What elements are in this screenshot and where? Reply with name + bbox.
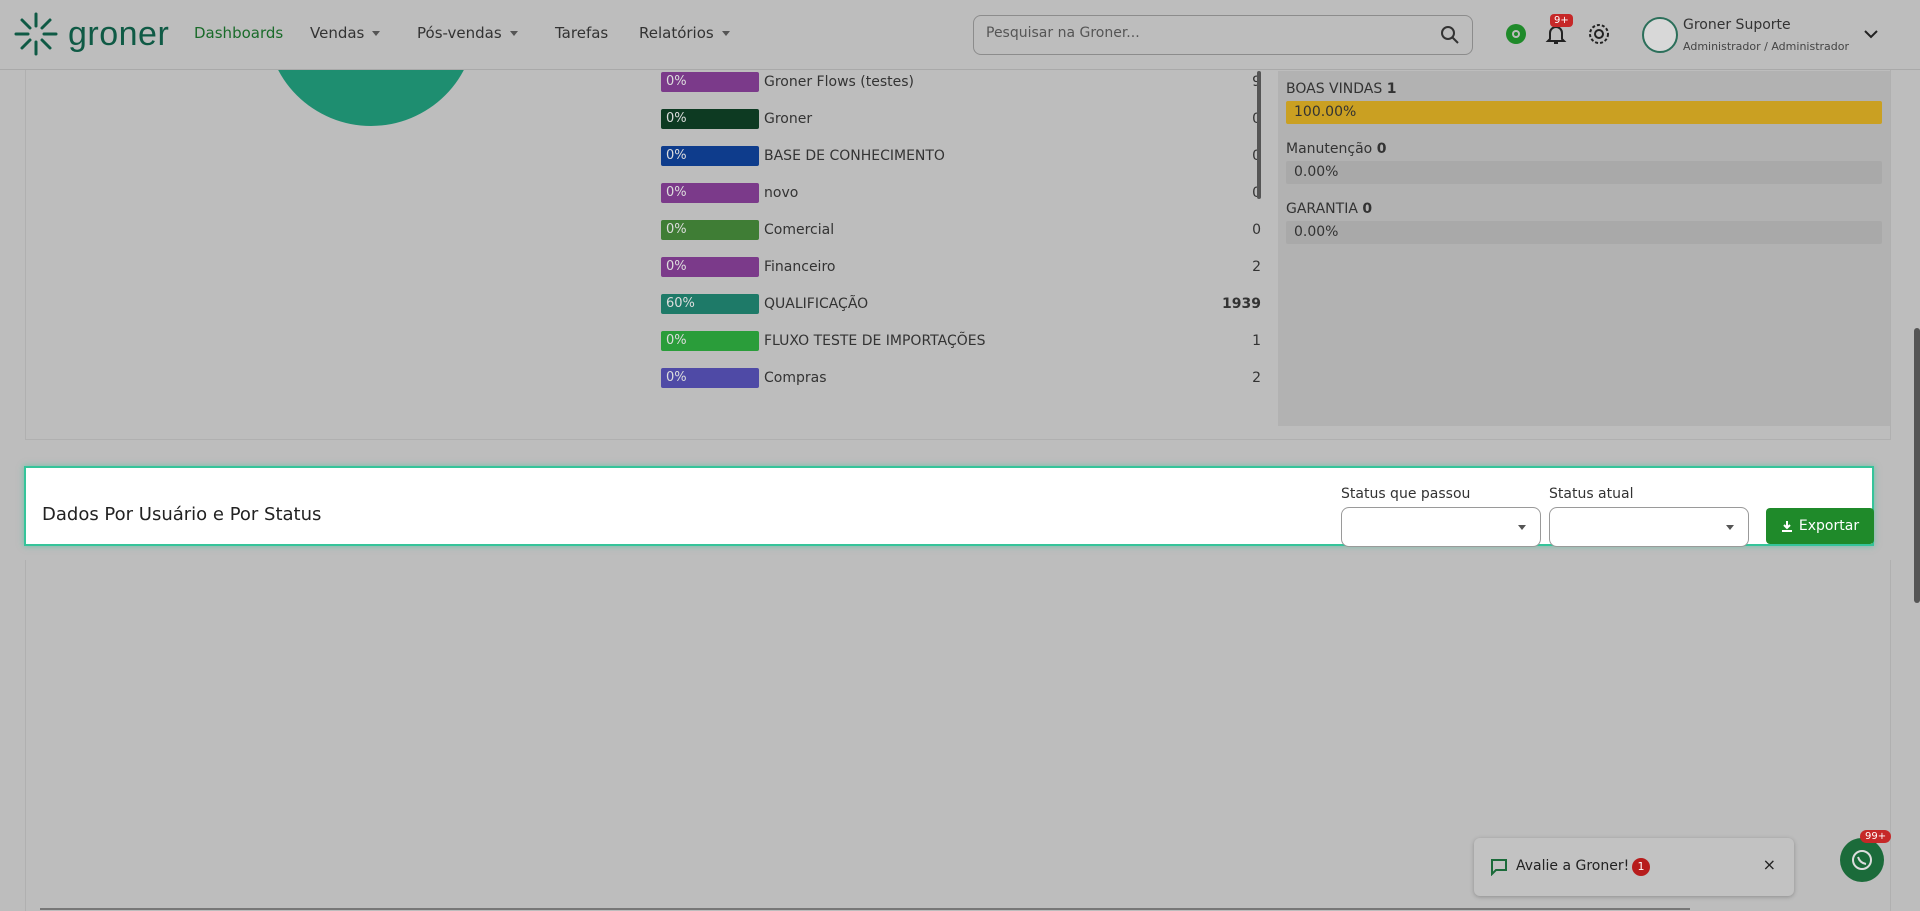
rp-bar-boas-vindas: 100.00%	[1286, 101, 1882, 124]
chevron-down-icon	[509, 30, 518, 36]
status-percent-bar: 0%	[661, 183, 759, 203]
status-row: 0%Groner0	[661, 108, 1261, 130]
nav-relatorios[interactable]: Relatórios	[639, 24, 730, 42]
status-name: Groner	[764, 111, 813, 127]
chat-icon	[1491, 859, 1507, 876]
status-count: 2	[1252, 259, 1261, 275]
status-row: 0% FLUXO TESTE DE IMPORTAÇÕES 1	[661, 330, 1261, 352]
user-role: Administrador / Administrador	[1683, 40, 1850, 53]
status-atual-select[interactable]	[1549, 507, 1749, 547]
whatsapp-button[interactable]	[1840, 838, 1884, 882]
status-name: QUALIFICAÇÃO	[764, 296, 869, 312]
status-percent-bar: 0%	[661, 220, 759, 240]
groner-logo[interactable]: groner	[12, 10, 169, 58]
section-title: Dados Por Usuário e Por Status	[42, 504, 322, 525]
user-name: Groner Suporte	[1683, 17, 1791, 33]
nav-tarefas[interactable]: Tarefas	[555, 24, 608, 42]
status-count: 2	[1252, 370, 1261, 386]
status-percent-bar: 0%	[661, 331, 759, 351]
status-percent-bar: 60%	[661, 294, 759, 314]
status-count: 0	[1252, 222, 1261, 238]
rp-bar-garantia: 0.00%	[1286, 221, 1882, 244]
rp-label-garantia: GARANTIA 0	[1286, 201, 1373, 217]
chevron-down-icon	[372, 30, 381, 36]
status-row: 0%Groner Flows (testes)9	[661, 71, 1261, 93]
gear-icon[interactable]	[1587, 22, 1611, 46]
rp-bar-manutencao: 0.00%	[1286, 161, 1882, 184]
groner-logo-text: groner	[68, 14, 170, 53]
status-name: Financeiro	[764, 259, 836, 275]
status-passou-label: Status que passou	[1341, 486, 1471, 502]
status-percent-bar: 0%	[661, 109, 759, 129]
nav-vendas-label: Vendas	[310, 24, 365, 42]
status-name: BASE DE CONHECIMENTO	[764, 148, 945, 164]
toast-badge: 1	[1632, 858, 1650, 876]
export-button[interactable]: Exportar	[1766, 508, 1874, 544]
rating-toast[interactable]: Avalie a Groner! 1 ×	[1474, 838, 1794, 896]
status-percent-bar: 0%	[661, 72, 759, 92]
status-name: FLUXO TESTE DE IMPORTAÇÕES	[764, 333, 986, 349]
status-row: 0%BASE DE CONHECIMENTO0	[661, 145, 1261, 167]
status-row: 60% QUALIFICAÇÃO 1939	[661, 293, 1261, 315]
chevron-down-icon	[1518, 525, 1526, 530]
whatsapp-icon	[1852, 850, 1872, 870]
status-count: 1939	[1222, 296, 1261, 312]
rp-label-manutencao: Manutenção 0	[1286, 141, 1387, 157]
nav-vendas[interactable]: Vendas	[310, 24, 381, 42]
whatsapp-badge: 99+	[1860, 830, 1892, 843]
chevron-down-icon	[721, 30, 730, 36]
status-list-scrollbar[interactable]	[1257, 71, 1261, 199]
status-row: 0% Financeiro 2	[661, 256, 1261, 278]
close-icon[interactable]: ×	[1763, 855, 1776, 874]
status-name: novo	[764, 185, 799, 201]
status-atual-label: Status atual	[1549, 486, 1634, 502]
nav-pos-vendas[interactable]: Pós-vendas	[417, 24, 518, 42]
status-name: Groner Flows (testes)	[764, 74, 914, 90]
notifications-button[interactable]: 9+	[1544, 14, 1573, 50]
toast-text: Avalie a Groner!	[1516, 858, 1630, 874]
avatar[interactable]	[1642, 17, 1678, 53]
nav-tarefas-label: Tarefas	[555, 24, 609, 42]
dados-usuario-status-card: Dados Por Usuário e Por Status Status qu…	[24, 466, 1874, 547]
horizontal-scrollbar[interactable]	[40, 908, 1690, 910]
nav-dashboards[interactable]: Dashboards	[194, 24, 283, 42]
status-row: 0% Comercial 0	[661, 219, 1261, 241]
status-count: 1	[1252, 333, 1261, 349]
top-navbar: groner Dashboards Vendas Pós-vendas Tare…	[0, 0, 1920, 70]
status-percent-bar: 0%	[661, 146, 759, 166]
nav-relatorios-label: Relatórios	[639, 24, 714, 42]
status-name: Compras	[764, 370, 827, 386]
eye-icon[interactable]	[1504, 22, 1528, 46]
rp-label-boas-vindas: BOAS VINDAS 1	[1286, 81, 1397, 97]
status-percent-bar: 0%	[661, 257, 759, 277]
status-name: Comercial	[764, 222, 835, 238]
notifications-badge: 9+	[1550, 14, 1573, 27]
download-icon	[1781, 521, 1792, 532]
status-distribution-card: 0%Groner Flows (testes)90%Groner00%BASE …	[25, 0, 1891, 440]
status-percent-bar: 0%	[661, 368, 759, 388]
page-scrollbar[interactable]	[1914, 328, 1920, 603]
status-passou-select[interactable]	[1341, 507, 1541, 547]
right-status-panel: BOAS VINDAS 1 100.00% Manutenção 0 0.00%…	[1278, 71, 1890, 426]
search-icon[interactable]	[1440, 25, 1460, 45]
chevron-down-icon[interactable]	[1864, 29, 1878, 39]
export-button-label: Exportar	[1798, 518, 1860, 534]
nav-dashboards-label: Dashboards	[194, 24, 284, 42]
chevron-down-icon	[1726, 525, 1734, 530]
status-row: 0% Compras 2	[661, 367, 1261, 389]
search-box	[973, 15, 1473, 55]
search-input[interactable]	[986, 25, 1426, 41]
nav-pos-vendas-label: Pós-vendas	[417, 24, 502, 42]
groner-logo-icon	[14, 12, 58, 56]
status-row: 0%novo0	[661, 182, 1261, 204]
